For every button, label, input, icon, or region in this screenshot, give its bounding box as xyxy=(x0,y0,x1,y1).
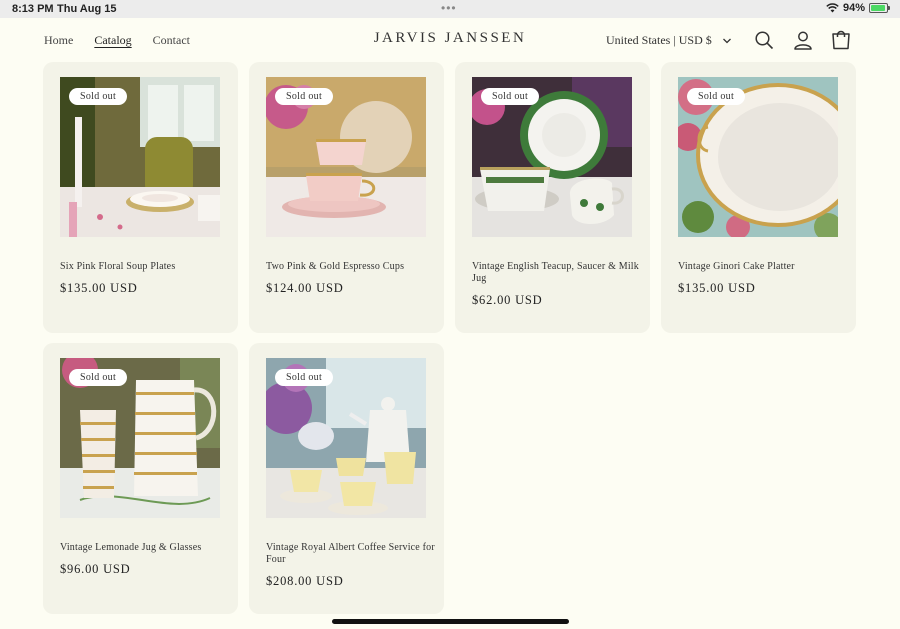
nav-contact-link[interactable]: Contact xyxy=(153,33,190,48)
cart-icon[interactable] xyxy=(831,30,851,50)
product-price: $135.00 USD xyxy=(678,281,756,295)
product-title[interactable]: Vintage Lemonade Jug & Glasses xyxy=(60,542,232,554)
status-right: 94% xyxy=(826,2,890,14)
product-image[interactable]: Sold out xyxy=(266,358,426,518)
status-date: Thu Aug 15 xyxy=(57,3,117,15)
product-title[interactable]: Six Pink Floral Soup Plates xyxy=(60,261,232,273)
locale-label: United States | USD $ xyxy=(606,33,712,47)
product-card[interactable]: Sold out Six Pink Floral Soup Plates $13… xyxy=(43,62,238,333)
nav-home-link[interactable]: Home xyxy=(44,33,73,48)
product-image[interactable]: Sold out xyxy=(678,77,838,237)
status-bar: 8:13 PM Thu Aug 15 ••• 94% xyxy=(0,0,900,18)
product-image[interactable]: Sold out xyxy=(472,77,632,237)
sold-out-badge: Sold out xyxy=(69,88,128,105)
battery-percent: 94% xyxy=(842,2,865,14)
product-image[interactable]: Sold out xyxy=(60,77,220,237)
site-header: Home Catalog Contact JARVIS JANSSEN Unit… xyxy=(0,18,900,64)
product-card[interactable]: Sold out Vintage Royal Albert Coffee Ser… xyxy=(249,343,444,614)
product-card[interactable]: Sold out Vintage Lemonade Jug & Glasses … xyxy=(43,343,238,614)
battery-icon xyxy=(869,3,890,13)
product-grid: Sold out Six Pink Floral Soup Plates $13… xyxy=(43,62,857,614)
product-card[interactable]: Sold out Two Pink & Gold Espresso Cups $… xyxy=(249,62,444,333)
multitasking-dots-icon[interactable]: ••• xyxy=(441,1,457,15)
product-title[interactable]: Vintage English Teacup, Saucer & Milk Ju… xyxy=(472,261,644,285)
sold-out-badge: Sold out xyxy=(69,369,128,386)
account-icon[interactable] xyxy=(793,30,813,50)
nav-catalog-link[interactable]: Catalog xyxy=(94,33,131,48)
sold-out-badge: Sold out xyxy=(481,88,540,105)
home-indicator[interactable] xyxy=(332,619,569,624)
product-card[interactable]: Sold out Vintage English Teacup, Saucer … xyxy=(455,62,650,333)
product-image[interactable]: Sold out xyxy=(60,358,220,518)
product-price: $62.00 USD xyxy=(472,293,543,307)
product-price: $135.00 USD xyxy=(60,281,138,295)
status-time: 8:13 PM xyxy=(12,3,54,15)
sold-out-badge: Sold out xyxy=(275,88,334,105)
main-nav: Home Catalog Contact xyxy=(44,33,190,48)
wifi-icon xyxy=(826,3,839,13)
sold-out-badge: Sold out xyxy=(687,88,746,105)
product-title[interactable]: Vintage Royal Albert Coffee Service for … xyxy=(266,542,438,566)
product-price: $124.00 USD xyxy=(266,281,344,295)
product-image[interactable]: Sold out xyxy=(266,77,426,237)
product-price: $208.00 USD xyxy=(266,574,344,588)
product-card[interactable]: Sold out Vintage Ginori Cake Platter $13… xyxy=(661,62,856,333)
sold-out-badge: Sold out xyxy=(275,369,334,386)
chevron-down-icon xyxy=(722,38,731,43)
product-price: $96.00 USD xyxy=(60,562,131,576)
search-icon[interactable] xyxy=(754,30,774,50)
product-title[interactable]: Two Pink & Gold Espresso Cups xyxy=(266,261,438,273)
product-title[interactable]: Vintage Ginori Cake Platter xyxy=(678,261,850,273)
country-currency-selector[interactable]: United States | USD $ xyxy=(606,33,732,48)
